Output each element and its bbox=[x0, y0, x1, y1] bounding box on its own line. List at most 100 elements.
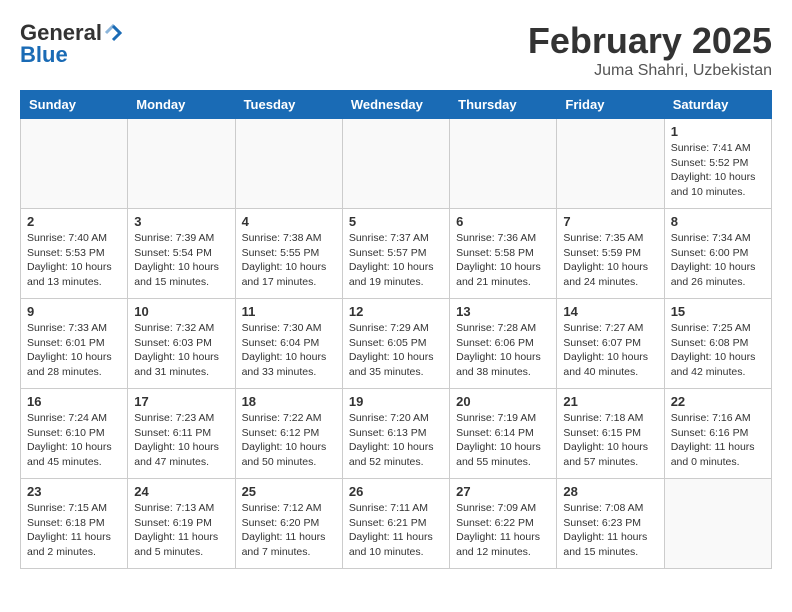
weekday-header-friday: Friday bbox=[557, 91, 664, 119]
title-block: February 2025 Juma Shahri, Uzbekistan bbox=[528, 20, 772, 80]
day-info: Sunrise: 7:13 AM Sunset: 6:19 PM Dayligh… bbox=[134, 501, 228, 560]
day-cell: 3 Sunrise: 7:39 AM Sunset: 5:54 PM Daylig… bbox=[128, 209, 235, 299]
day-number: 28 bbox=[563, 484, 657, 499]
day-number: 11 bbox=[242, 304, 336, 319]
day-cell bbox=[664, 479, 771, 569]
day-cell: 10Sunrise: 7:32 AM Sunset: 6:03 PM Dayli… bbox=[128, 299, 235, 389]
day-number: 6 bbox=[456, 214, 550, 229]
day-info: Sunrise: 7:18 AM Sunset: 6:15 PM Dayligh… bbox=[563, 411, 657, 470]
week-row-2: 2 Sunrise: 7:40 AM Sunset: 5:53 PM Daylig… bbox=[21, 209, 772, 299]
day-number: 26 bbox=[349, 484, 443, 499]
day-info: Sunrise: 7:19 AM Sunset: 6:14 PM Dayligh… bbox=[456, 411, 550, 470]
day-number: 15 bbox=[671, 304, 765, 319]
day-info: Sunrise: 7:09 AM Sunset: 6:22 PM Dayligh… bbox=[456, 501, 550, 560]
day-number: 23 bbox=[27, 484, 121, 499]
day-number: 10 bbox=[134, 304, 228, 319]
day-cell: 8 Sunrise: 7:34 AM Sunset: 6:00 PM Daylig… bbox=[664, 209, 771, 299]
weekday-header-thursday: Thursday bbox=[450, 91, 557, 119]
day-cell: 14Sunrise: 7:27 AM Sunset: 6:07 PM Dayli… bbox=[557, 299, 664, 389]
day-cell bbox=[557, 119, 664, 209]
day-info: Sunrise: 7:35 AM Sunset: 5:59 PM Dayligh… bbox=[563, 231, 657, 290]
day-number: 13 bbox=[456, 304, 550, 319]
day-cell bbox=[342, 119, 449, 209]
day-info: Sunrise: 7:27 AM Sunset: 6:07 PM Dayligh… bbox=[563, 321, 657, 380]
calendar-subtitle: Juma Shahri, Uzbekistan bbox=[528, 62, 772, 80]
day-cell: 19 Sunrise: 7:20 AM Sunset: 6:13 PM Dayli… bbox=[342, 389, 449, 479]
day-cell: 5 Sunrise: 7:37 AM Sunset: 5:57 PM Daylig… bbox=[342, 209, 449, 299]
day-number: 21 bbox=[563, 394, 657, 409]
day-cell: 7 Sunrise: 7:35 AM Sunset: 5:59 PM Daylig… bbox=[557, 209, 664, 299]
day-info: Sunrise: 7:37 AM Sunset: 5:57 PM Dayligh… bbox=[349, 231, 443, 290]
day-info: Sunrise: 7:08 AM Sunset: 6:23 PM Dayligh… bbox=[563, 501, 657, 560]
day-cell: 13 Sunrise: 7:28 AM Sunset: 6:06 PM Dayli… bbox=[450, 299, 557, 389]
day-number: 25 bbox=[242, 484, 336, 499]
day-info: Sunrise: 7:12 AM Sunset: 6:20 PM Dayligh… bbox=[242, 501, 336, 560]
day-cell: 26 Sunrise: 7:11 AM Sunset: 6:21 PM Dayli… bbox=[342, 479, 449, 569]
weekday-header-row: SundayMondayTuesdayWednesdayThursdayFrid… bbox=[21, 91, 772, 119]
calendar-table: SundayMondayTuesdayWednesdayThursdayFrid… bbox=[20, 90, 772, 569]
day-cell: 22Sunrise: 7:16 AM Sunset: 6:16 PM Dayli… bbox=[664, 389, 771, 479]
day-info: Sunrise: 7:39 AM Sunset: 5:54 PM Dayligh… bbox=[134, 231, 228, 290]
day-cell: 9 Sunrise: 7:33 AM Sunset: 6:01 PM Daylig… bbox=[21, 299, 128, 389]
day-info: Sunrise: 7:29 AM Sunset: 6:05 PM Dayligh… bbox=[349, 321, 443, 380]
day-number: 9 bbox=[27, 304, 121, 319]
day-number: 19 bbox=[349, 394, 443, 409]
day-info: Sunrise: 7:36 AM Sunset: 5:58 PM Dayligh… bbox=[456, 231, 550, 290]
logo: General Blue bbox=[20, 20, 122, 68]
day-number: 5 bbox=[349, 214, 443, 229]
page-header: General Blue February 2025 Juma Shahri, … bbox=[20, 20, 772, 80]
day-info: Sunrise: 7:33 AM Sunset: 6:01 PM Dayligh… bbox=[27, 321, 121, 380]
weekday-header-wednesday: Wednesday bbox=[342, 91, 449, 119]
logo-blue-text: Blue bbox=[20, 42, 68, 68]
day-cell: 16 Sunrise: 7:24 AM Sunset: 6:10 PM Dayli… bbox=[21, 389, 128, 479]
day-cell: 15 Sunrise: 7:25 AM Sunset: 6:08 PM Dayli… bbox=[664, 299, 771, 389]
day-cell: 20Sunrise: 7:19 AM Sunset: 6:14 PM Dayli… bbox=[450, 389, 557, 479]
day-cell: 12 Sunrise: 7:29 AM Sunset: 6:05 PM Dayli… bbox=[342, 299, 449, 389]
day-info: Sunrise: 7:25 AM Sunset: 6:08 PM Dayligh… bbox=[671, 321, 765, 380]
day-cell bbox=[21, 119, 128, 209]
day-number: 12 bbox=[349, 304, 443, 319]
day-info: Sunrise: 7:28 AM Sunset: 6:06 PM Dayligh… bbox=[456, 321, 550, 380]
day-number: 22 bbox=[671, 394, 765, 409]
day-number: 24 bbox=[134, 484, 228, 499]
day-number: 4 bbox=[242, 214, 336, 229]
logo-icon bbox=[104, 24, 122, 42]
day-cell: 18Sunrise: 7:22 AM Sunset: 6:12 PM Dayli… bbox=[235, 389, 342, 479]
day-cell bbox=[235, 119, 342, 209]
day-number: 8 bbox=[671, 214, 765, 229]
day-number: 16 bbox=[27, 394, 121, 409]
day-number: 2 bbox=[27, 214, 121, 229]
calendar-title: February 2025 bbox=[528, 20, 772, 62]
day-cell: 17 Sunrise: 7:23 AM Sunset: 6:11 PM Dayli… bbox=[128, 389, 235, 479]
day-info: Sunrise: 7:38 AM Sunset: 5:55 PM Dayligh… bbox=[242, 231, 336, 290]
day-cell: 28 Sunrise: 7:08 AM Sunset: 6:23 PM Dayli… bbox=[557, 479, 664, 569]
day-cell: 23 Sunrise: 7:15 AM Sunset: 6:18 PM Dayli… bbox=[21, 479, 128, 569]
weekday-header-sunday: Sunday bbox=[21, 91, 128, 119]
day-info: Sunrise: 7:40 AM Sunset: 5:53 PM Dayligh… bbox=[27, 231, 121, 290]
day-number: 3 bbox=[134, 214, 228, 229]
day-cell: 4 Sunrise: 7:38 AM Sunset: 5:55 PM Daylig… bbox=[235, 209, 342, 299]
day-number: 1 bbox=[671, 124, 765, 139]
week-row-5: 23 Sunrise: 7:15 AM Sunset: 6:18 PM Dayli… bbox=[21, 479, 772, 569]
day-number: 7 bbox=[563, 214, 657, 229]
day-cell: 21 Sunrise: 7:18 AM Sunset: 6:15 PM Dayli… bbox=[557, 389, 664, 479]
day-cell: 24 Sunrise: 7:13 AM Sunset: 6:19 PM Dayli… bbox=[128, 479, 235, 569]
day-cell: 2 Sunrise: 7:40 AM Sunset: 5:53 PM Daylig… bbox=[21, 209, 128, 299]
day-info: Sunrise: 7:11 AM Sunset: 6:21 PM Dayligh… bbox=[349, 501, 443, 560]
day-number: 27 bbox=[456, 484, 550, 499]
day-info: Sunrise: 7:34 AM Sunset: 6:00 PM Dayligh… bbox=[671, 231, 765, 290]
day-info: Sunrise: 7:15 AM Sunset: 6:18 PM Dayligh… bbox=[27, 501, 121, 560]
day-info: Sunrise: 7:24 AM Sunset: 6:10 PM Dayligh… bbox=[27, 411, 121, 470]
day-cell: 1Sunrise: 7:41 AM Sunset: 5:52 PM Daylig… bbox=[664, 119, 771, 209]
day-cell: 6 Sunrise: 7:36 AM Sunset: 5:58 PM Daylig… bbox=[450, 209, 557, 299]
day-info: Sunrise: 7:23 AM Sunset: 6:11 PM Dayligh… bbox=[134, 411, 228, 470]
weekday-header-monday: Monday bbox=[128, 91, 235, 119]
weekday-header-saturday: Saturday bbox=[664, 91, 771, 119]
week-row-3: 9 Sunrise: 7:33 AM Sunset: 6:01 PM Daylig… bbox=[21, 299, 772, 389]
day-cell: 11Sunrise: 7:30 AM Sunset: 6:04 PM Dayli… bbox=[235, 299, 342, 389]
day-number: 17 bbox=[134, 394, 228, 409]
day-cell bbox=[450, 119, 557, 209]
day-cell: 25 Sunrise: 7:12 AM Sunset: 6:20 PM Dayli… bbox=[235, 479, 342, 569]
day-info: Sunrise: 7:20 AM Sunset: 6:13 PM Dayligh… bbox=[349, 411, 443, 470]
day-info: Sunrise: 7:22 AM Sunset: 6:12 PM Dayligh… bbox=[242, 411, 336, 470]
